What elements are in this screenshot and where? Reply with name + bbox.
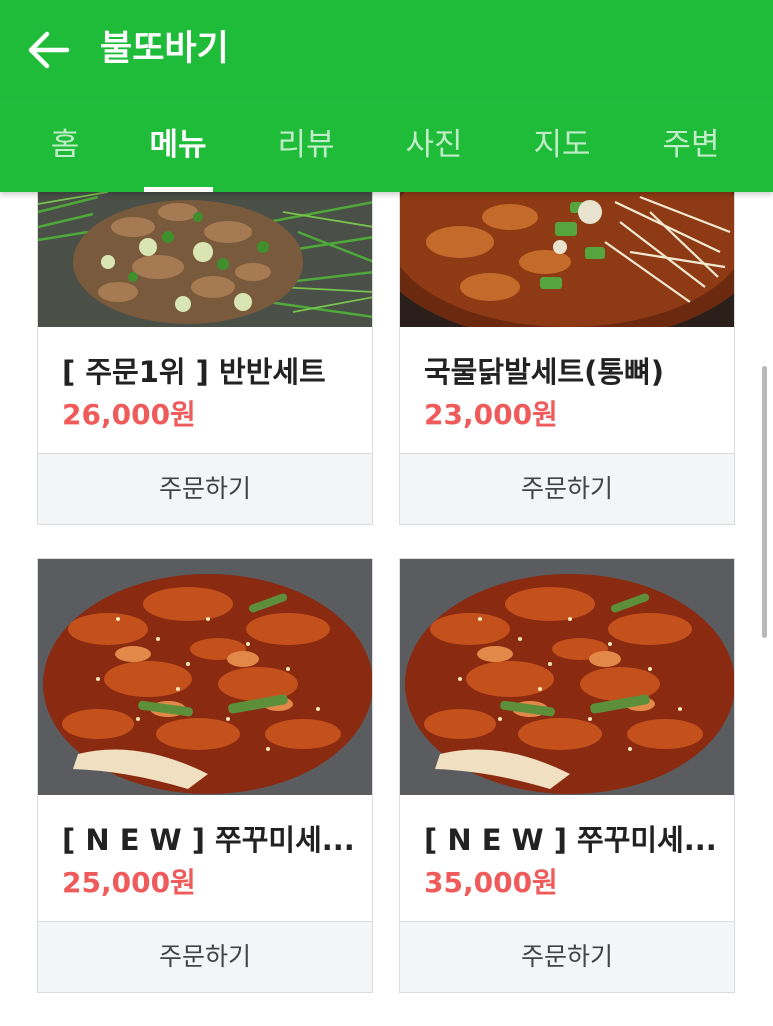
menu-item-price: 23,000원 [424, 398, 558, 431]
menu-item-image[interactable] [400, 192, 734, 327]
back-button[interactable] [20, 24, 76, 76]
menu-card: [ N E W ] 쭈꾸미세... 35,000원 주문하기 [399, 558, 735, 993]
active-tab-indicator [144, 187, 213, 192]
tab-home[interactable]: 홈 [20, 98, 110, 192]
menu-card: [ 주문1위 ] 반반세트 26,000원 주문하기 [37, 192, 373, 525]
menu-card: 국물닭발세트(통뼈) 23,000원 주문하기 [399, 192, 735, 525]
menu-item-image[interactable] [38, 559, 372, 795]
menu-item-price: 26,000원 [62, 398, 196, 431]
menu-list: [ 주문1위 ] 반반세트 26,000원 주문하기 국물닭발세트(통뼈) 23… [0, 192, 773, 1026]
scrollbar[interactable] [762, 366, 767, 638]
tab-photos[interactable]: 사진 [389, 98, 479, 192]
tab-map[interactable]: 지도 [517, 98, 607, 192]
tab-bar: 홈 메뉴 리뷰 사진 지도 주변 [0, 98, 773, 192]
menu-item-info: [ 주문1위 ] 반반세트 26,000원 [38, 327, 372, 453]
menu-item-title[interactable]: [ 주문1위 ] 반반세트 [62, 349, 358, 391]
arrow-left-icon [28, 31, 70, 69]
menu-item-image[interactable] [38, 192, 372, 327]
menu-item-info: [ N E W ] 쭈꾸미세... 25,000원 [38, 795, 372, 921]
tab-nearby[interactable]: 주변 [646, 98, 736, 192]
order-button[interactable]: 주문하기 [38, 921, 372, 992]
menu-item-title[interactable]: [ N E W ] 쭈꾸미세... [424, 817, 720, 859]
menu-item-price: 25,000원 [62, 866, 196, 899]
page-title: 불또바기 [100, 29, 229, 69]
menu-item-price: 35,000원 [424, 866, 558, 899]
menu-item-title[interactable]: [ N E W ] 쭈꾸미세... [62, 817, 358, 859]
menu-item-title[interactable]: 국물닭발세트(통뼈) [424, 349, 720, 391]
order-button[interactable]: 주문하기 [38, 453, 372, 524]
app-header: 불또바기 [0, 0, 773, 98]
menu-item-info: [ N E W ] 쭈꾸미세... 35,000원 [400, 795, 734, 921]
menu-item-info: 국물닭발세트(통뼈) 23,000원 [400, 327, 734, 453]
menu-card: [ N E W ] 쭈꾸미세... 25,000원 주문하기 [37, 558, 373, 993]
tab-reviews[interactable]: 리뷰 [261, 98, 351, 192]
order-button[interactable]: 주문하기 [400, 921, 734, 992]
menu-item-image[interactable] [400, 559, 734, 795]
tab-menu[interactable]: 메뉴 [133, 98, 223, 192]
order-button[interactable]: 주문하기 [400, 453, 734, 524]
